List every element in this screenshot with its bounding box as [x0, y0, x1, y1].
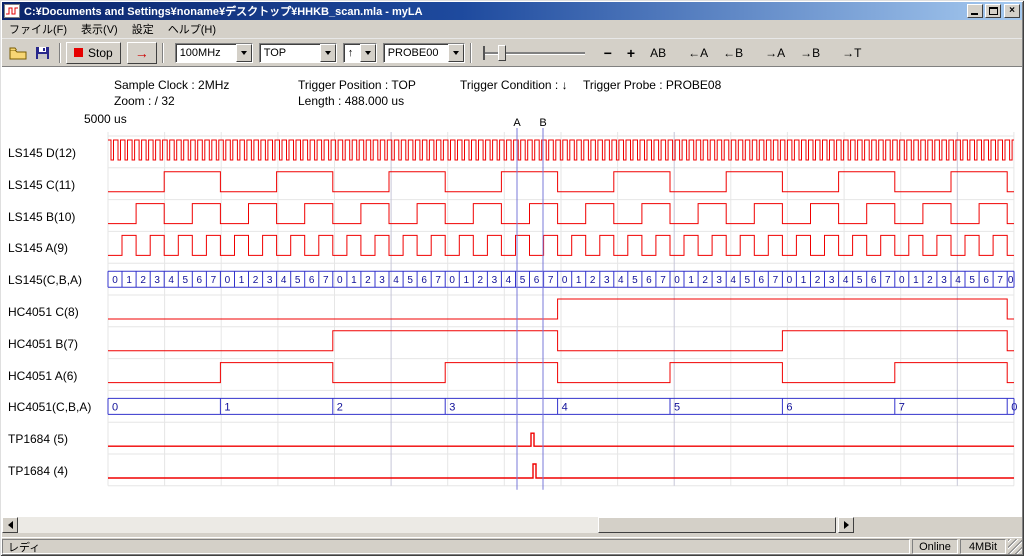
goto-cursor-b-button[interactable]: ←B: [719, 45, 747, 61]
run-arrow-icon: →: [135, 46, 149, 60]
stop-icon: [74, 48, 83, 57]
sample-clock-combo[interactable]: 100MHz: [175, 43, 253, 63]
channel-label: LS145 B(10): [8, 210, 75, 224]
menu-help[interactable]: ヘルプ(H): [161, 19, 223, 39]
trigger-position-combo[interactable]: TOP: [259, 43, 337, 63]
app-icon: [4, 4, 20, 18]
toolbar-separator: [59, 43, 61, 63]
channel-label: HC4051 A(6): [8, 369, 77, 383]
status-memory-badge: 4MBit: [960, 539, 1006, 554]
horizontal-scrollbar[interactable]: [2, 517, 854, 533]
channel-label: LS145(C,B,A): [8, 273, 82, 287]
trigger-edge-value: ↑: [344, 47, 360, 59]
dropdown-arrow-icon[interactable]: [360, 44, 376, 62]
app-window: C:¥Documents and Settings¥noname¥デスクトップ¥…: [0, 0, 1024, 556]
sample-clock-value: 100MHz: [176, 47, 236, 59]
zoom-slider[interactable]: [483, 42, 587, 64]
channel-label: TP1684 (5): [8, 432, 68, 446]
set-cursor-b-button[interactable]: →B: [796, 45, 824, 61]
titlebar: C:¥Documents and Settings¥noname¥デスクトップ¥…: [2, 2, 1022, 20]
close-icon: ×: [1009, 5, 1015, 16]
channel-label: LS145 C(11): [8, 178, 75, 192]
scrollbar-thumb[interactable]: [598, 517, 836, 533]
minimize-icon: [971, 13, 978, 15]
menu-file[interactable]: ファイル(F): [2, 19, 74, 39]
toolbar-separator: [470, 43, 472, 63]
menu-view[interactable]: 表示(V): [74, 19, 125, 39]
channel-label: HC4051 B(7): [8, 337, 78, 351]
dropdown-arrow-icon[interactable]: [448, 44, 464, 62]
set-cursor-a-button[interactable]: →A: [761, 45, 789, 61]
channel-label: HC4051 C(8): [8, 305, 79, 319]
trigger-probe-value: PROBE00: [384, 47, 448, 59]
maximize-button[interactable]: [985, 4, 1001, 18]
channel-label-column: LS145 D(12) LS145 C(11) LS145 B(10) LS145 A…: [2, 67, 1022, 517]
trigger-edge-combo[interactable]: ↑: [343, 43, 377, 63]
channel-label: LS145 A(9): [8, 241, 68, 255]
open-folder-icon: [9, 46, 27, 60]
stop-button-label: Stop: [88, 46, 113, 60]
save-button[interactable]: [30, 42, 54, 64]
waveform-panel: Sample Clock : 2MHz Trigger Position : T…: [2, 66, 1022, 517]
statusbar: レディ Online 4MBit: [2, 537, 1022, 554]
dropdown-arrow-icon[interactable]: [236, 44, 252, 62]
arrow-right-icon: [844, 521, 849, 529]
goto-trigger-button[interactable]: →T: [838, 45, 865, 61]
trigger-position-value: TOP: [260, 47, 320, 59]
close-button[interactable]: ×: [1004, 4, 1020, 18]
maximize-icon: [989, 7, 998, 15]
channel-label: HC4051(C,B,A): [8, 400, 91, 414]
menu-settings[interactable]: 設定: [125, 19, 161, 39]
floppy-disk-icon: [35, 46, 50, 60]
ab-button[interactable]: AB: [646, 45, 670, 61]
window-title: C:¥Documents and Settings¥noname¥デスクトップ¥…: [24, 3, 965, 19]
resize-grip[interactable]: [1008, 539, 1022, 554]
minimize-button[interactable]: [967, 4, 983, 18]
menubar: ファイル(F) 表示(V) 設定 ヘルプ(H): [2, 20, 1022, 38]
dropdown-arrow-icon[interactable]: [320, 44, 336, 62]
arrow-left-icon: [8, 521, 13, 529]
channel-label: TP1684 (4): [8, 464, 68, 478]
scroll-left-button[interactable]: [2, 517, 18, 533]
zoom-out-button[interactable]: −: [600, 44, 616, 62]
channel-label: LS145 D(12): [8, 146, 76, 160]
scroll-right-button[interactable]: [838, 517, 854, 533]
zoom-slider-thumb[interactable]: [498, 45, 506, 61]
status-online-badge: Online: [912, 539, 958, 554]
open-button[interactable]: [6, 42, 30, 64]
run-button[interactable]: →: [127, 42, 157, 64]
zoom-in-button[interactable]: +: [623, 44, 639, 62]
toolbar-separator: [162, 43, 164, 63]
status-message: レディ: [2, 539, 910, 554]
goto-cursor-a-button[interactable]: ←A: [684, 45, 712, 61]
trigger-probe-combo[interactable]: PROBE00: [383, 43, 465, 63]
toolbar: Stop → 100MHz TOP ↑ PROBE00 − +: [2, 38, 1022, 66]
stop-button[interactable]: Stop: [66, 42, 121, 64]
